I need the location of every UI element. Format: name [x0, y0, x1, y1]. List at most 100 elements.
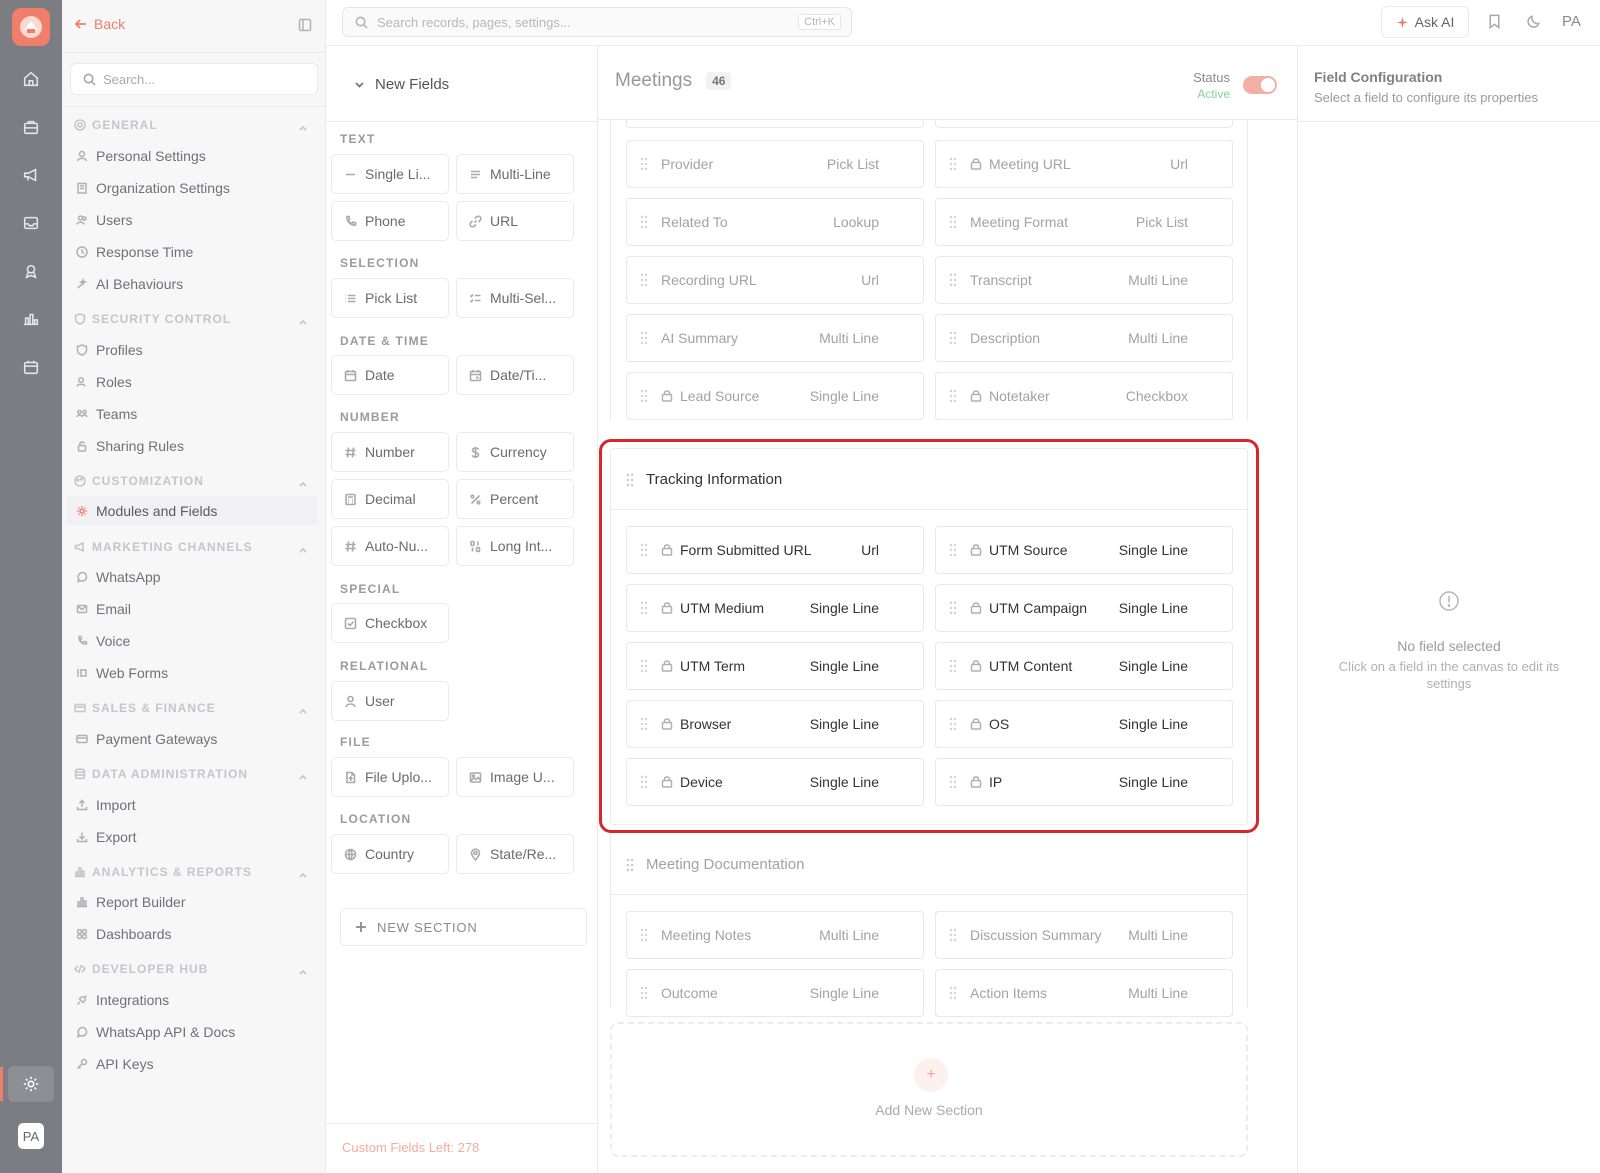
home-icon[interactable] — [19, 67, 43, 91]
megaphone-icon[interactable] — [19, 163, 43, 187]
field-card[interactable]: Device Single Line — [626, 758, 924, 806]
bar-chart-icon[interactable] — [19, 307, 43, 331]
back-button[interactable]: Back — [74, 16, 125, 32]
chevron-up-icon[interactable] — [298, 314, 308, 325]
field-card[interactable]: Meeting Format Pick List — [935, 198, 1233, 246]
sidebar-item-ai-behaviours[interactable]: AI Behaviours — [76, 276, 183, 292]
drag-handle-icon[interactable] — [949, 215, 957, 229]
field-type-pick-list[interactable]: Pick List — [331, 278, 449, 318]
field-card[interactable]: Related To Lookup — [626, 198, 924, 246]
chevron-up-icon[interactable] — [298, 769, 308, 780]
moon-icon[interactable] — [1525, 13, 1543, 31]
sidebar-item-voice[interactable]: Voice — [76, 633, 130, 649]
field-type-date-time[interactable]: Date/Ti... — [456, 355, 574, 395]
field-card[interactable]: Lead Source Single Line — [626, 372, 924, 420]
status-toggle[interactable] — [1243, 76, 1277, 94]
field-type-multi-line[interactable]: Multi-Line — [456, 154, 574, 194]
sidebar-item-whatsapp-api-docs[interactable]: WhatsApp API & Docs — [76, 1024, 235, 1040]
drag-handle-icon[interactable] — [640, 543, 648, 557]
sidebar-search-input[interactable]: Search... — [70, 63, 318, 95]
sidebar-item-export[interactable]: Export — [76, 829, 136, 845]
field-type-date[interactable]: Date — [331, 355, 449, 395]
drag-handle-icon[interactable] — [949, 986, 957, 1000]
drag-handle-icon[interactable] — [949, 389, 957, 403]
drag-handle-icon[interactable] — [640, 986, 648, 1000]
field-type-file-upload[interactable]: File Uplo... — [331, 757, 449, 797]
drag-handle-icon[interactable] — [949, 659, 957, 673]
add-new-section-dropzone[interactable]: + Add New Section — [610, 1022, 1248, 1157]
drag-handle-icon[interactable] — [949, 928, 957, 942]
sidebar-item-modules-and-fields[interactable]: Modules and Fields — [66, 496, 318, 526]
chevron-up-icon[interactable] — [298, 703, 308, 714]
bookmark-icon[interactable] — [1486, 13, 1504, 31]
chevron-up-icon[interactable] — [298, 867, 308, 878]
drag-handle-icon[interactable] — [640, 157, 648, 171]
section-header-tracking[interactable]: Tracking Information — [626, 471, 782, 488]
inbox-icon[interactable] — [19, 211, 43, 235]
brand-logo-icon[interactable] — [12, 8, 50, 46]
briefcase-icon[interactable] — [19, 115, 43, 139]
global-search-input[interactable]: Search records, pages, settings... Ctrl+… — [342, 7, 852, 37]
field-card[interactable]: Action Items Multi Line — [935, 969, 1233, 1017]
sidebar-item-organization-settings[interactable]: Organization Settings — [76, 180, 230, 196]
drag-handle-icon[interactable] — [949, 775, 957, 789]
field-type-user[interactable]: User — [331, 681, 449, 721]
drag-handle-icon[interactable] — [640, 928, 648, 942]
ribbon-icon[interactable] — [19, 259, 43, 283]
sidebar-item-response-time[interactable]: Response Time — [76, 244, 193, 260]
ask-ai-button[interactable]: Ask AI — [1381, 6, 1469, 38]
calendar-icon[interactable] — [19, 355, 43, 379]
section-header-documentation[interactable]: Meeting Documentation — [626, 856, 804, 873]
group-analytics-reports[interactable]: ANALYTICS & REPORTS — [74, 865, 252, 879]
field-card[interactable]: Outcome Single Line — [626, 969, 924, 1017]
field-type-decimal[interactable]: Decimal — [331, 479, 449, 519]
drag-handle-icon[interactable] — [949, 273, 957, 287]
field-card[interactable]: OS Single Line — [935, 700, 1233, 748]
field-card[interactable]: UTM Campaign Single Line — [935, 584, 1233, 632]
field-type-currency[interactable]: Currency — [456, 432, 574, 472]
sidebar-item-whatsapp[interactable]: WhatsApp — [76, 569, 161, 585]
field-card[interactable]: Transcript Multi Line — [935, 256, 1233, 304]
field-card[interactable]: Notetaker Checkbox — [935, 372, 1233, 420]
user-menu-avatar[interactable]: PA — [1562, 13, 1581, 30]
group-general[interactable]: GENERAL — [74, 118, 158, 132]
field-type-single-line[interactable]: Single Li... — [331, 154, 449, 194]
drag-handle-icon[interactable] — [949, 331, 957, 345]
gear-icon[interactable] — [8, 1066, 54, 1102]
collapse-sidebar-icon[interactable] — [298, 18, 312, 32]
field-card-clipped[interactable] — [935, 120, 1233, 128]
field-type-long-integer[interactable]: Long Int... — [456, 526, 574, 566]
drag-handle-icon[interactable] — [640, 215, 648, 229]
drag-handle-icon[interactable] — [640, 273, 648, 287]
drag-handle-icon[interactable] — [949, 157, 957, 171]
new-section-button[interactable]: NEW SECTION — [340, 908, 587, 946]
group-customization[interactable]: CUSTOMIZATION — [74, 474, 204, 488]
field-card[interactable]: UTM Source Single Line — [935, 526, 1233, 574]
field-card[interactable]: Provider Pick List — [626, 140, 924, 188]
sidebar-item-profiles[interactable]: Profiles — [76, 342, 143, 358]
sidebar-item-dashboards[interactable]: Dashboards — [76, 926, 172, 942]
field-card[interactable]: Meeting Notes Multi Line — [626, 911, 924, 959]
sidebar-item-integrations[interactable]: Integrations — [76, 992, 169, 1008]
field-type-number[interactable]: Number — [331, 432, 449, 472]
field-card[interactable]: Form Submitted URL Url — [626, 526, 924, 574]
group-developer-hub[interactable]: DEVELOPER HUB — [74, 962, 208, 976]
drag-handle-icon[interactable] — [640, 775, 648, 789]
sidebar-item-payment-gateways[interactable]: Payment Gateways — [76, 731, 217, 747]
sidebar-item-report-builder[interactable]: Report Builder — [76, 894, 186, 910]
drag-handle-icon[interactable] — [640, 659, 648, 673]
sidebar-item-users[interactable]: Users — [76, 212, 133, 228]
sidebar-item-roles[interactable]: Roles — [76, 374, 132, 390]
field-type-state-region[interactable]: State/Re... — [456, 834, 574, 874]
drag-handle-icon[interactable] — [949, 717, 957, 731]
group-sales-finance[interactable]: SALES & FINANCE — [74, 701, 216, 715]
chevron-up-icon[interactable] — [298, 542, 308, 553]
field-card[interactable]: UTM Medium Single Line — [626, 584, 924, 632]
sidebar-item-api-keys[interactable]: API Keys — [76, 1056, 154, 1072]
sidebar-item-teams[interactable]: Teams — [76, 406, 137, 422]
chevron-up-icon[interactable] — [298, 964, 308, 975]
field-card[interactable]: Discussion Summary Multi Line — [935, 911, 1233, 959]
group-marketing-channels[interactable]: MARKETING CHANNELS — [74, 540, 253, 554]
field-card-clipped[interactable] — [626, 120, 924, 128]
sidebar-item-sharing-rules[interactable]: Sharing Rules — [76, 438, 184, 454]
